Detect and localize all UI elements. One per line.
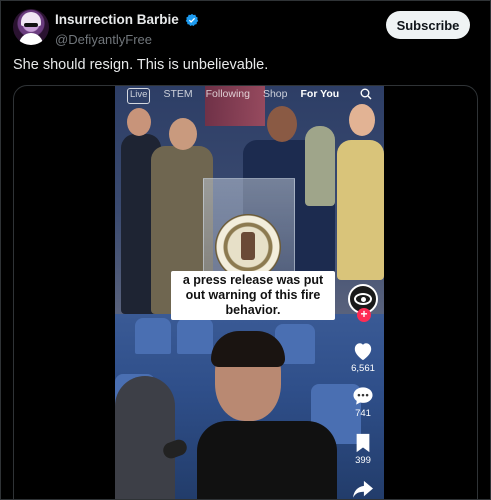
bookmark-count: 399 [355, 455, 371, 466]
author-avatar[interactable] [13, 9, 49, 45]
tab-shop[interactable]: Shop [263, 88, 288, 104]
subscribe-button[interactable]: Subscribe [386, 11, 470, 39]
like-count: 6,561 [351, 363, 375, 374]
search-icon[interactable] [360, 88, 372, 100]
audience-member [115, 376, 175, 499]
video-caption: a press release was put out warning of t… [171, 271, 335, 320]
heart-icon[interactable] [352, 341, 374, 361]
comment-icon[interactable] [352, 386, 374, 406]
tab-following[interactable]: Following [206, 88, 250, 104]
bookmark-icon[interactable] [354, 433, 372, 453]
share-icon[interactable] [352, 479, 374, 499]
tab-live[interactable]: Live [127, 88, 151, 104]
reporter [197, 321, 337, 499]
tweet-header: Insurrection Barbie @DefiyantlyFree Subs… [13, 9, 478, 49]
author-info: Insurrection Barbie @DefiyantlyFree [55, 11, 199, 47]
verified-badge-icon [185, 13, 199, 26]
video-player[interactable]: Live STEM Following Shop For You a press… [115, 86, 384, 499]
author-handle[interactable]: @DefiyantlyFree [55, 32, 199, 47]
author-display-name[interactable]: Insurrection Barbie [55, 12, 179, 27]
video-feed-tabs: Live STEM Following Shop For You [115, 88, 384, 104]
like-action[interactable]: 6,561 [345, 341, 381, 374]
embedded-video[interactable]: Live STEM Following Shop For You a press… [13, 85, 478, 500]
tab-for-you[interactable]: For You [301, 88, 340, 104]
bookmark-action[interactable]: 399 [345, 433, 381, 466]
tweet-text: She should resign. This is unbelievable. [13, 57, 269, 73]
share-action[interactable] [345, 479, 381, 499]
comment-action[interactable]: 741 [345, 386, 381, 419]
tab-stem[interactable]: STEM [163, 88, 192, 104]
plus-icon[interactable]: + [357, 308, 371, 322]
comment-count: 741 [355, 408, 371, 419]
